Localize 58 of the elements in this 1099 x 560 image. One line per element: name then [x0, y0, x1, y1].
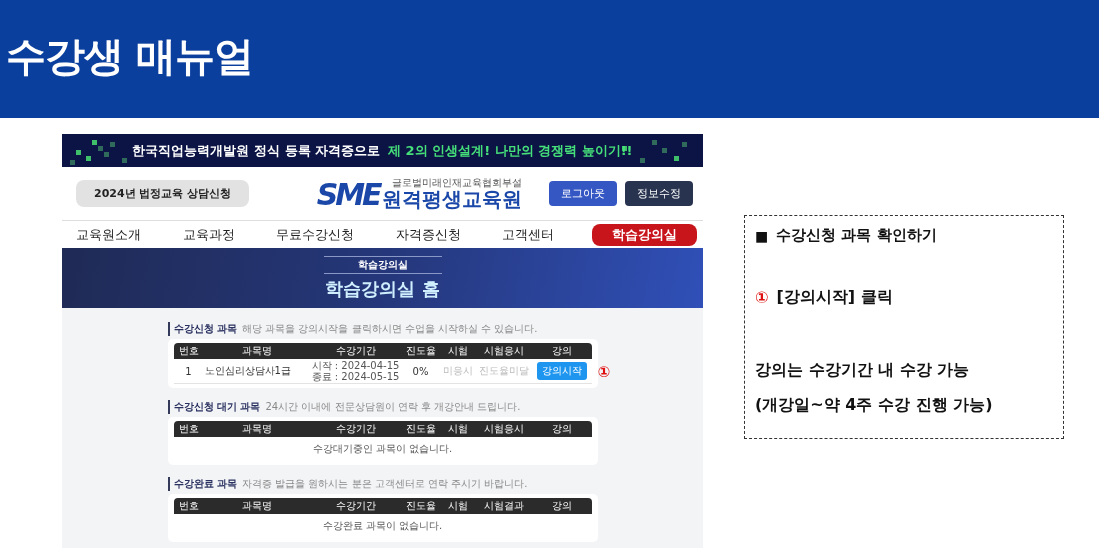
- slide-title: 수강생 매뉴얼: [6, 31, 253, 81]
- column-header: 진도율: [404, 422, 437, 436]
- nav-item[interactable]: 교육과정: [178, 223, 239, 246]
- callout-heading: 수강신청 과목 확인하기: [776, 226, 937, 245]
- column-header: 수강기간: [334, 344, 377, 358]
- header-button[interactable]: 정보수정: [625, 181, 693, 206]
- column-header: 과목명: [240, 344, 273, 358]
- nav-item[interactable]: 고객센터: [498, 223, 559, 246]
- column-header: 시험: [446, 422, 469, 436]
- banner-highlight: 제 2의 인생설계! 나만의 경쟁력 높이기!!: [388, 141, 633, 160]
- column-header: 과목명: [240, 499, 273, 513]
- header-button[interactable]: 로그아웃: [549, 181, 617, 206]
- section-title: 수강신청 대기 과목: [173, 400, 261, 414]
- column-header: 진도율: [404, 344, 437, 358]
- table-cell-text: 1: [184, 365, 193, 377]
- column-header: 시험응시: [482, 344, 525, 358]
- nav-item[interactable]: 무료수강신청: [272, 223, 359, 246]
- column-header: 과목명: [240, 422, 273, 436]
- column-header: 번호: [177, 499, 200, 513]
- note-text: (개강일~약 4주 수강 진행 가능): [755, 395, 994, 416]
- column-header: 번호: [177, 344, 200, 358]
- nav-item[interactable]: 학습강의실: [591, 223, 697, 246]
- column-header: 번호: [177, 422, 200, 436]
- column-header: 시험: [446, 499, 469, 513]
- section-title: 수강완료 과목: [173, 477, 237, 491]
- note-text: 강의는 수강기간 내 수강 가능: [755, 360, 971, 381]
- column-header: 시험: [446, 344, 469, 358]
- column-header: 수강기간: [334, 422, 377, 436]
- consult-button[interactable]: 2024년 법정교육 상담신청: [76, 180, 250, 207]
- column-header: 강의: [550, 499, 573, 513]
- section-note: 해당 과목을 강의시작을 클릭하시면 수업을 시작하실 수 있습니다.: [242, 322, 538, 336]
- table-cell-text: 미응시: [441, 364, 474, 378]
- section-note: 24시간 이내에 전문상담원이 연락 후 개강안내 드립니다.: [265, 400, 521, 414]
- empty-message: 수강완료 과목이 없습니다.: [321, 519, 444, 533]
- promo-banner[interactable]: 한국직업능력개발원 정식 등록 자격증으로 제 2의 인생설계! 나만의 경쟁력 높이기!!: [62, 134, 703, 167]
- column-header: 수강기간: [334, 499, 377, 513]
- table-cell-text: 노인심리상담사1급: [204, 364, 292, 378]
- column-header: 강의: [550, 422, 573, 436]
- table-cell-text: 0%: [411, 365, 430, 377]
- column-header: 강의: [550, 344, 573, 358]
- column-header: 시험응시: [482, 422, 525, 436]
- bullet: ■: [755, 227, 769, 244]
- column-header: 시험결과: [482, 499, 525, 513]
- table-cell-text: 진도율미달: [477, 364, 530, 378]
- nav-item[interactable]: 자격증신청: [391, 223, 465, 246]
- section-note: 자격증 발급을 원하시는 분은 고객센터로 연락 주시기 바랍니다.: [242, 477, 528, 491]
- date-text: 시작 : 2024-04-15: [310, 360, 401, 371]
- banner-text: 한국직업능력개발원 정식 등록 자격증으로: [132, 141, 381, 160]
- step-text: [강의시작] 클릭: [776, 287, 893, 308]
- column-header: 진도율: [404, 499, 437, 513]
- empty-message: 수강대기중인 과목이 없습니다.: [311, 442, 454, 456]
- page-title: 학습강의실 홈: [325, 276, 440, 301]
- nav-item[interactable]: 교육원소개: [72, 223, 145, 246]
- section-title: 수강신청 과목: [173, 322, 237, 336]
- date-text: 종료 : 2024-05-15: [310, 371, 401, 382]
- breadcrumb: 학습강의실: [323, 255, 442, 274]
- step-marker: ①: [755, 288, 769, 307]
- step-marker: ①: [597, 363, 611, 381]
